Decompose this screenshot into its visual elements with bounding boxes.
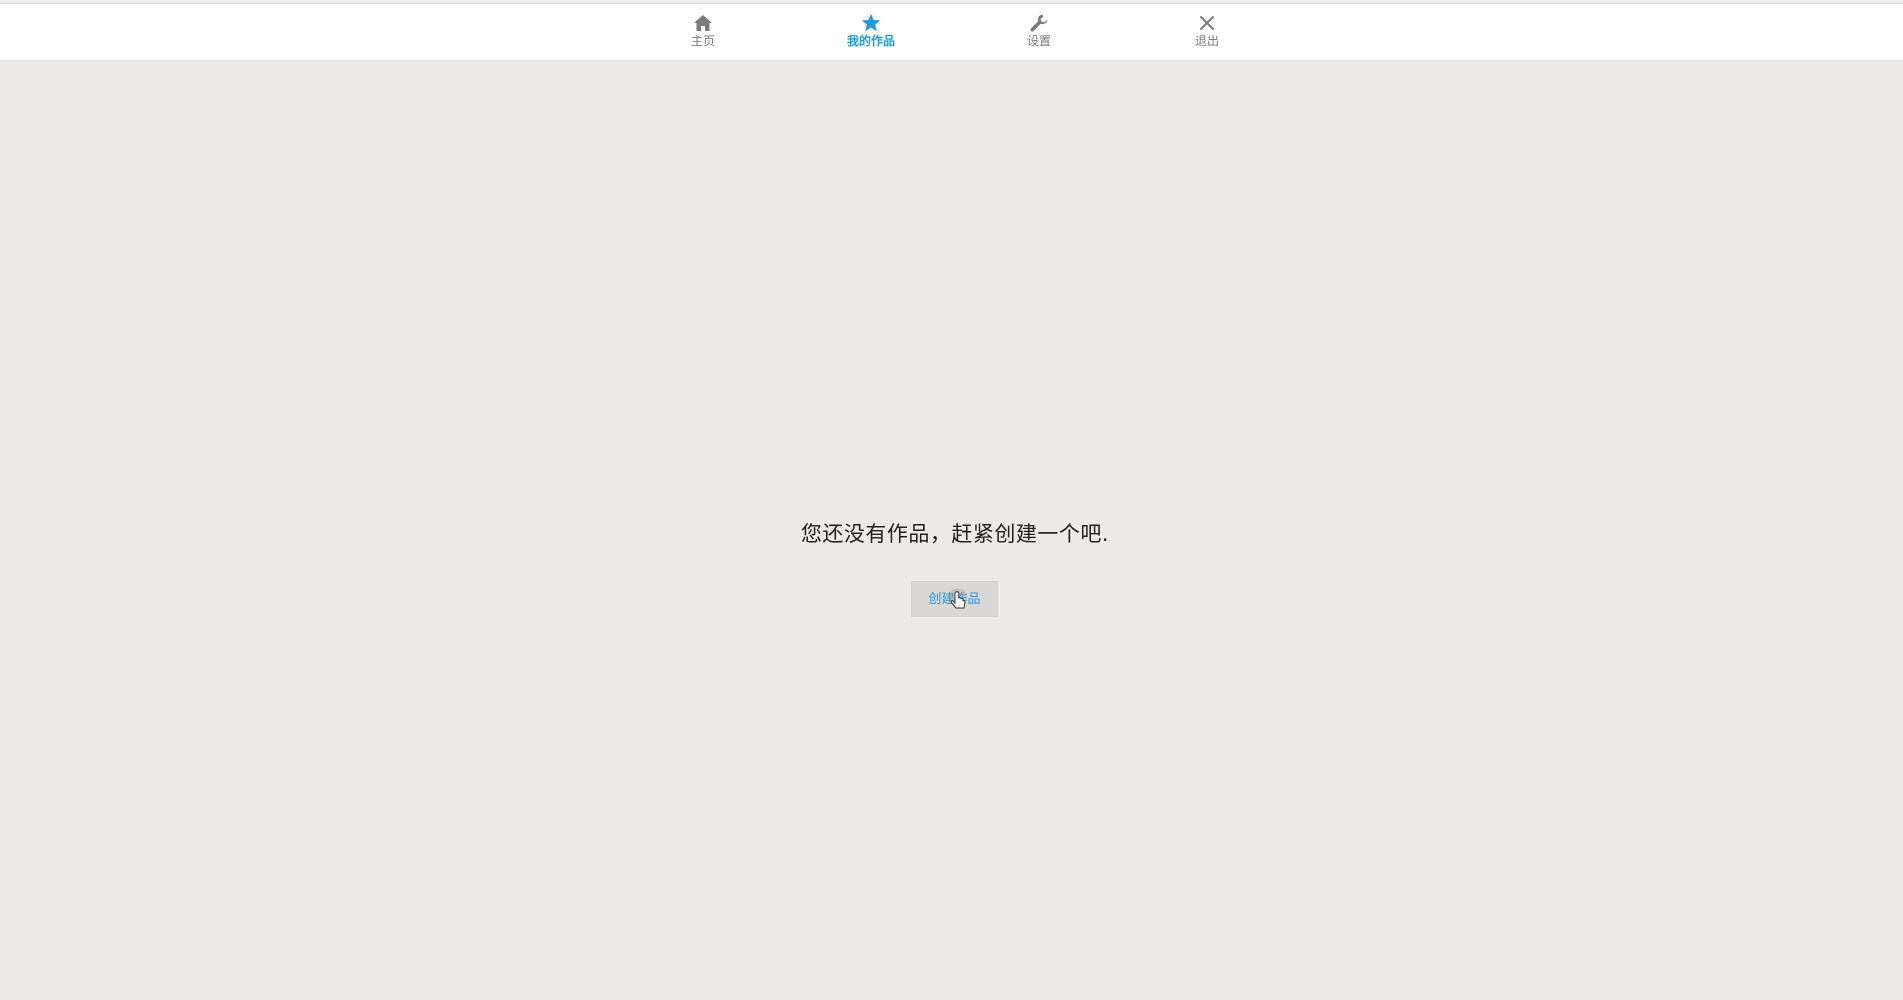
wrench-icon (979, 12, 1099, 34)
nav-item-logout-label: 退出 (1194, 34, 1219, 48)
star-icon (811, 12, 931, 34)
nav-item-settings-label: 设置 (1026, 34, 1051, 48)
nav-item-my-works[interactable]: 我的作品 (811, 12, 931, 56)
nav-item-home-label: 主页 (690, 34, 715, 48)
home-icon (643, 12, 763, 34)
close-icon (1147, 12, 1267, 34)
page: 主页 我的作品 设置 退出 您还没有作品，赶紧创建一个吧. 创建作品 (0, 0, 1903, 1000)
nav-item-logout[interactable]: 退出 (1147, 12, 1267, 56)
empty-state-message: 您还没有作品，赶紧创建一个吧. (800, 522, 1110, 546)
nav-item-settings[interactable]: 设置 (979, 12, 1099, 56)
nav-item-home[interactable]: 主页 (643, 12, 763, 56)
top-nav-bar: 主页 我的作品 设置 退出 (0, 4, 1903, 61)
nav-item-my-works-label: 我的作品 (846, 34, 895, 48)
create-work-button[interactable]: 创建作品 (911, 581, 998, 617)
